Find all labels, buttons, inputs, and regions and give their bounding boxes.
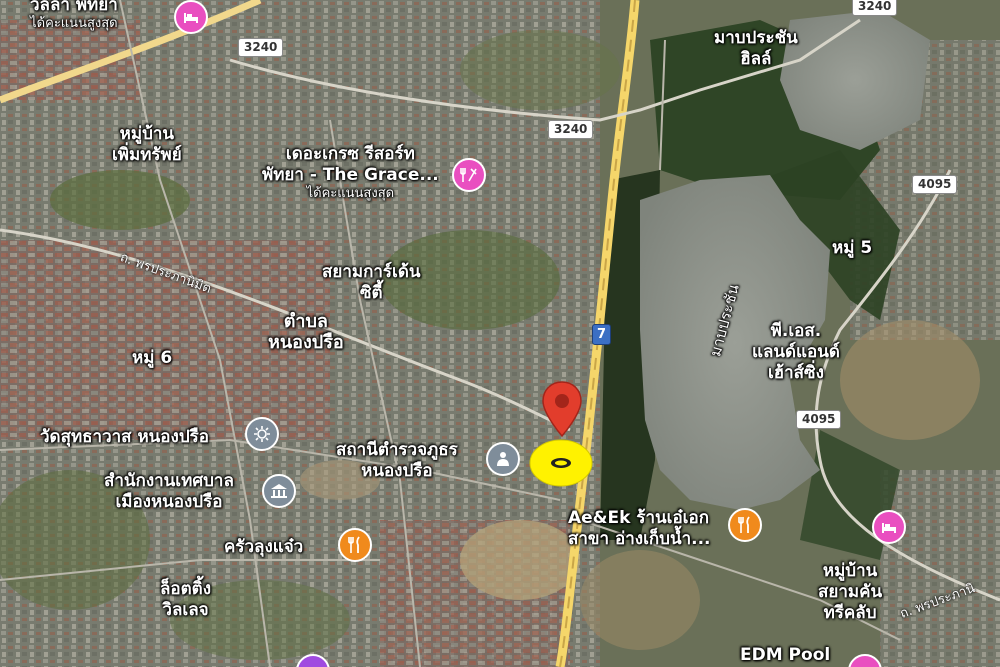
place-mabprachan-hills: มาบประชัน ฮิลล์ (714, 28, 798, 70)
restaurant-pin[interactable] (728, 508, 762, 542)
place-lotting-village: ล็อตติ้ง วิลเลจ (160, 579, 211, 621)
place-line: ล็อตติ้ง (160, 579, 212, 599)
poi-edm-pool[interactable]: EDM Pool (740, 645, 830, 666)
police-pin[interactable] (486, 442, 520, 476)
place-line: สยามการ์เด้น (322, 262, 421, 282)
poi-krua-lung-jaew[interactable]: ครัวลุงแจ๋ว (224, 537, 303, 558)
poi-name: หนองปรือ (361, 461, 433, 481)
poi-name: เดอะเกรซ รีสอร์ท (285, 144, 415, 164)
poi-name: สาขา อ่างเก็บน้ำ... (568, 529, 711, 549)
route-shield-3240: 3240 (238, 38, 284, 57)
place-moo-5: หมู่ 5 (832, 238, 873, 258)
route-shield-4095: 4095 (912, 175, 958, 194)
place-line: หมู่บ้าน (119, 124, 175, 144)
route-shield-3240: 3240 (852, 0, 898, 16)
place-line: ตำบล (283, 311, 328, 332)
place-line: เพิ่มทรัพย์ (112, 145, 182, 165)
place-siam-country-club: หมู่บ้าน สยามคัน ทรีคลับ (818, 561, 882, 624)
place-line: ซิตี้ (359, 283, 383, 303)
restaurant-icon (348, 536, 360, 553)
police-icon (497, 452, 509, 466)
poi-municipal-office[interactable]: สำนักงานเทศบาล เมืองหนองปรือ (104, 471, 234, 513)
poi-name: สถานีตำรวจภูธร (336, 440, 458, 460)
bed-icon (882, 523, 896, 533)
restaurant-pin[interactable] (338, 528, 372, 562)
place-mooban-permsap: หมู่บ้าน เพิ่มทรัพย์ (112, 124, 182, 166)
place-line: แลนด์แอนด์ (752, 342, 840, 362)
poi-name: เมืองหนองปรือ (115, 492, 223, 512)
poi-ae-ek-restaurant[interactable]: Ae&Ek ร้านเอ๋เอก สาขา อ่างเก็บน้ำ... (568, 508, 711, 550)
government-pin[interactable] (262, 474, 296, 508)
poi-name: วิลล่า พัทยา (30, 0, 118, 15)
hotel-pin[interactable] (174, 0, 208, 34)
place-line: สยามคัน (818, 582, 883, 602)
place-line: ฮิลล์ (740, 49, 772, 69)
poi-wat-suttawat[interactable]: วัดสุทธาวาส หนองปรือ (40, 427, 209, 448)
place-line: หนองปรือ (268, 332, 344, 353)
place-moo-6: หมู่ 6 (132, 348, 173, 368)
place-line: พี.เอส. (770, 321, 822, 341)
poi-name: พัทยา - The Grace... (262, 165, 439, 185)
place-line: เฮ้าส์ซิ่ง (767, 363, 824, 383)
place-siam-garden-city: สยามการ์เด้น ซิตี้ (322, 262, 421, 304)
restaurant-icon (738, 516, 750, 533)
place-line: หมู่บ้าน (822, 561, 878, 581)
resort-pin[interactable] (452, 158, 486, 192)
route-shield-3240: 3240 (548, 120, 594, 139)
poi-the-grace[interactable]: เดอะเกรซ รีสอร์ท พัทยา - The Grace... ได… (262, 144, 439, 202)
place-line: ทรีคลับ (823, 603, 877, 623)
bed-icon (855, 661, 875, 667)
yellow-highlight-marker (529, 439, 593, 487)
temple-pin[interactable] (245, 417, 279, 451)
hotel-pin[interactable] (872, 510, 906, 544)
poi-name: Ae&Ek ร้านเอ๋เอก (568, 508, 709, 528)
place-line: วิลเลจ (162, 600, 209, 620)
highway-shield-7: 7 (592, 324, 612, 345)
utensils-pool-icon (460, 168, 477, 182)
temple-icon (254, 426, 270, 442)
poi-rating: ได้คะแนนสูงสุด (306, 186, 395, 201)
poi-police-station[interactable]: สถานีตำรวจภูธร หนองปรือ (336, 440, 458, 482)
route-shield-4095: 4095 (796, 410, 842, 429)
poi-rating: ได้คะแนนสูงสุด (30, 16, 118, 31)
poi-name: สำนักงานเทศบาล (104, 471, 234, 491)
place-line: มาบประชัน (714, 28, 798, 48)
poi-villa-pattaya[interactable]: วิลล่า พัทยา ได้คะแนนสูงสุด (30, 0, 118, 32)
location-pin-icon[interactable] (540, 380, 584, 438)
place-ps-land-and-housing: พี.เอส. แลนด์แอนด์ เฮ้าส์ซิ่ง (752, 321, 840, 384)
place-tambon-nong-prue: ตำบล หนองปรือ (268, 311, 344, 353)
satellite-map[interactable]: 3240 3240 3240 4095 4095 7 ถ. พรประภานิม… (0, 0, 1000, 667)
government-building-icon (271, 484, 287, 498)
bed-icon (184, 13, 198, 23)
